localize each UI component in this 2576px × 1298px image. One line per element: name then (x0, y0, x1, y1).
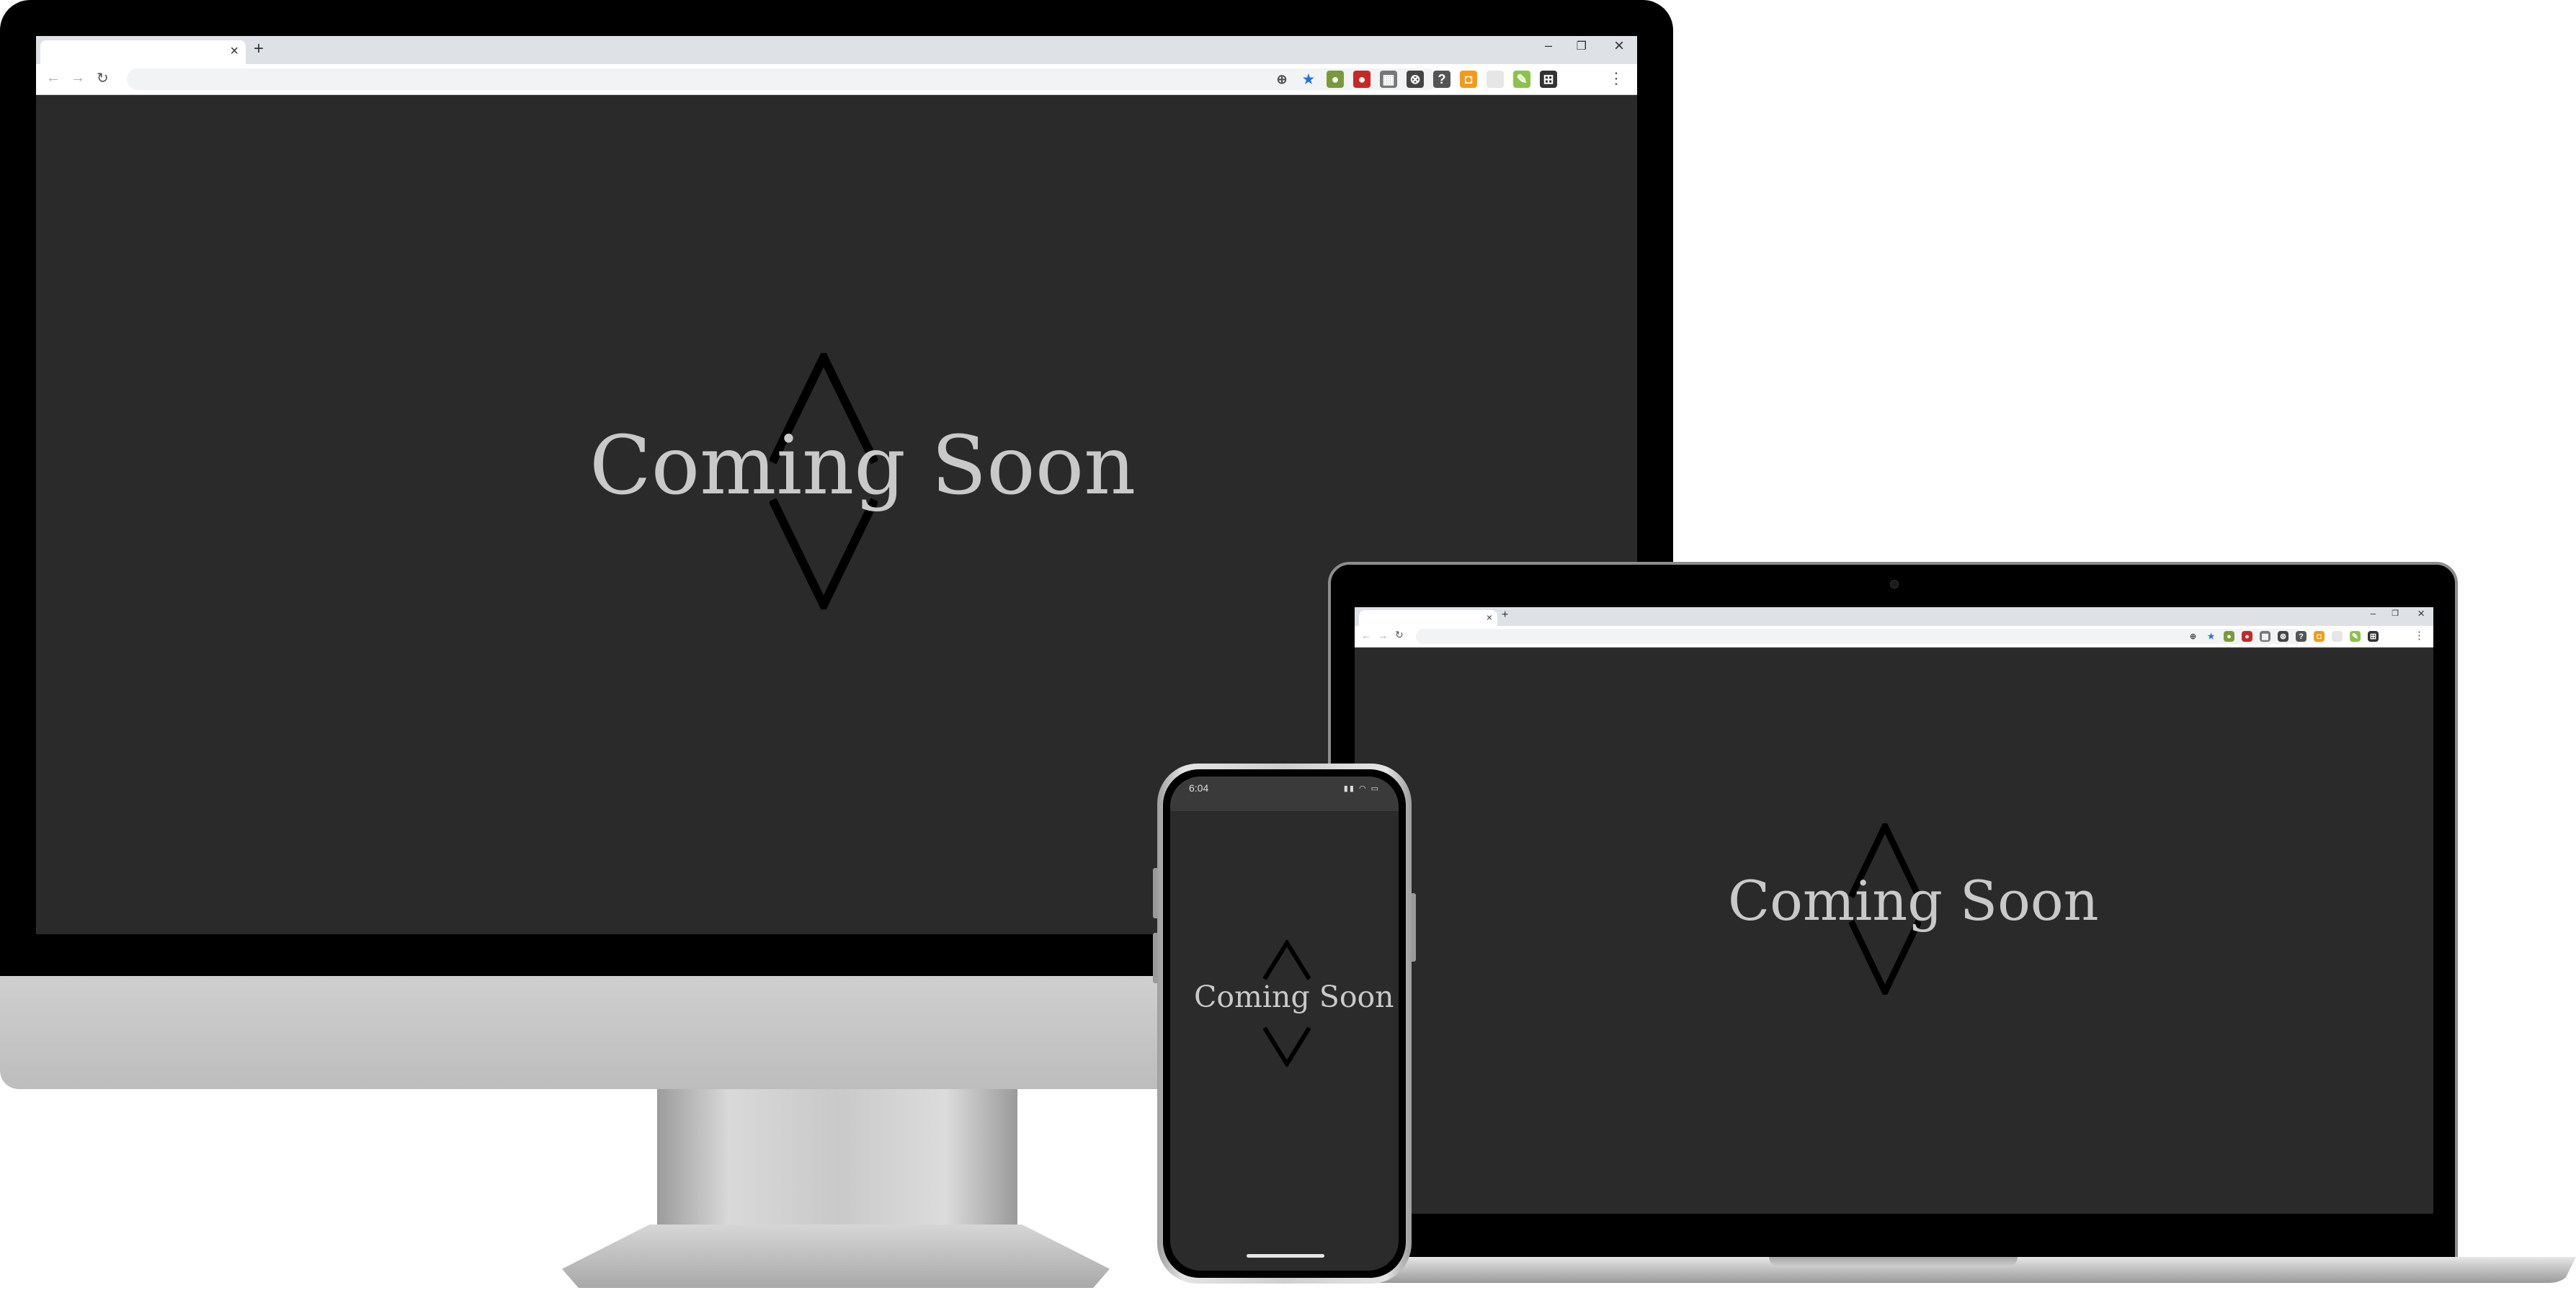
phone-home-indicator (1247, 1254, 1324, 1258)
ext-globe-icon[interactable]: ⊗ (1407, 71, 1424, 88)
minimize-button[interactable]: – (2371, 608, 2376, 619)
ext-help-icon[interactable]: ? (2296, 631, 2307, 642)
tab-strip: × + – ❐ × (36, 36, 1637, 64)
ext-pen-icon[interactable]: ✎ (2350, 631, 2361, 642)
forward-button[interactable]: → (71, 70, 85, 86)
browser-chrome: × + – ❐ × ← → ↻ ⋮ ⊕ ★ ● ● ▦ ⊗? ◘ ✎ ⊞ (1355, 607, 2433, 648)
back-button[interactable]: ← (1361, 630, 1371, 641)
browser-menu-icon[interactable]: ⋮ (1608, 69, 1624, 88)
ext-location-icon[interactable]: ⊕ (2188, 631, 2198, 642)
ext-globe-icon[interactable]: ⊗ (2278, 631, 2288, 642)
phone-clock: 6:04 (1189, 782, 1209, 794)
reload-button[interactable]: ↻ (1395, 629, 1404, 641)
ext-pen-icon[interactable]: ✎ (1513, 71, 1530, 88)
reload-button[interactable]: ↻ (97, 69, 109, 87)
minimize-button[interactable]: – (1545, 38, 1552, 53)
ext-tampermonkey-icon[interactable]: ● (1327, 71, 1344, 88)
browser-menu-icon[interactable]: ⋮ (2414, 629, 2425, 642)
restore-button[interactable]: ❐ (1577, 39, 1587, 53)
ext-star-icon[interactable]: ★ (1300, 71, 1317, 88)
tab-strip: × + – ❐ × (1355, 607, 2433, 626)
back-button[interactable]: ← (46, 70, 61, 86)
coming-soon-headline: Coming Soon (589, 419, 1136, 513)
phone-status-bar: 6:04 ▮▮ ◠ ▭ (1170, 776, 1399, 811)
restore-button[interactable]: ❐ (2392, 609, 2399, 618)
tab-close-icon[interactable]: × (230, 43, 239, 60)
ext-store-icon[interactable]: ▦ (2260, 631, 2270, 642)
ext-crop-icon[interactable]: ⊞ (1540, 71, 1557, 88)
laptop-screen: × + – ❐ × ← → ↻ ⋮ ⊕ ★ ● ● ▦ ⊗? ◘ ✎ ⊞ Coming Soon (1355, 607, 2433, 1214)
ext-help-icon[interactable]: ? (1433, 71, 1450, 88)
browser-toolbar: ← → ↻ ⋮ ⊕ ★ ● ● ▦ ⊗? ◘ ✎ ⊞ (36, 64, 1637, 94)
coming-soon-headline: Coming Soon (1194, 980, 1394, 1014)
ext-store-icon[interactable]: ▦ (1380, 71, 1397, 88)
ext-blank-icon[interactable] (2332, 631, 2343, 642)
address-bar[interactable] (1416, 629, 2302, 644)
laptop-camera (1890, 580, 1899, 588)
phone-status-icons: ▮▮ ◠ ▭ (1343, 784, 1380, 793)
browser-tab[interactable]: × (1359, 610, 1497, 626)
ext-adblock-icon[interactable]: ● (1353, 71, 1371, 88)
ext-star-icon[interactable]: ★ (2206, 631, 2216, 642)
ext-crop-icon[interactable]: ⊞ (2368, 631, 2379, 642)
tab-close-icon[interactable]: × (1487, 612, 1492, 623)
ext-location-icon[interactable]: ⊕ (1273, 71, 1291, 88)
ext-orange-icon[interactable]: ◘ (2314, 631, 2325, 642)
forward-button[interactable]: → (1378, 630, 1388, 641)
ext-blank-icon[interactable] (1487, 71, 1504, 88)
browser-toolbar: ← → ↻ ⋮ ⊕ ★ ● ● ▦ ⊗? ◘ ✎ ⊞ (1355, 626, 2433, 647)
imac-stand-foot (562, 1225, 1110, 1288)
phone-screen: 6:04 ▮▮ ◠ ▭ Coming Soon (1170, 776, 1399, 1271)
coming-soon-headline: Coming Soon (1728, 869, 2099, 933)
laptop-opening-notch (1769, 1257, 2018, 1267)
close-window-button[interactable]: × (1614, 36, 1624, 56)
browser-tab[interactable]: × (40, 40, 246, 64)
close-window-button[interactable]: × (2417, 607, 2425, 621)
new-tab-button[interactable]: + (254, 39, 264, 59)
ext-tampermonkey-icon[interactable]: ● (2224, 631, 2234, 642)
browser-chrome: × + – ❐ × ← → ↻ ⋮ ⊕ ★ ● ● ▦ ⊗? ◘ ✎ ⊞ (36, 36, 1637, 95)
imac-stand-neck (657, 1089, 1017, 1233)
new-tab-button[interactable]: + (1502, 609, 1508, 622)
address-bar[interactable] (127, 68, 1438, 90)
ext-adblock-icon[interactable]: ● (2242, 631, 2252, 642)
ext-orange-icon[interactable]: ◘ (1460, 71, 1477, 88)
